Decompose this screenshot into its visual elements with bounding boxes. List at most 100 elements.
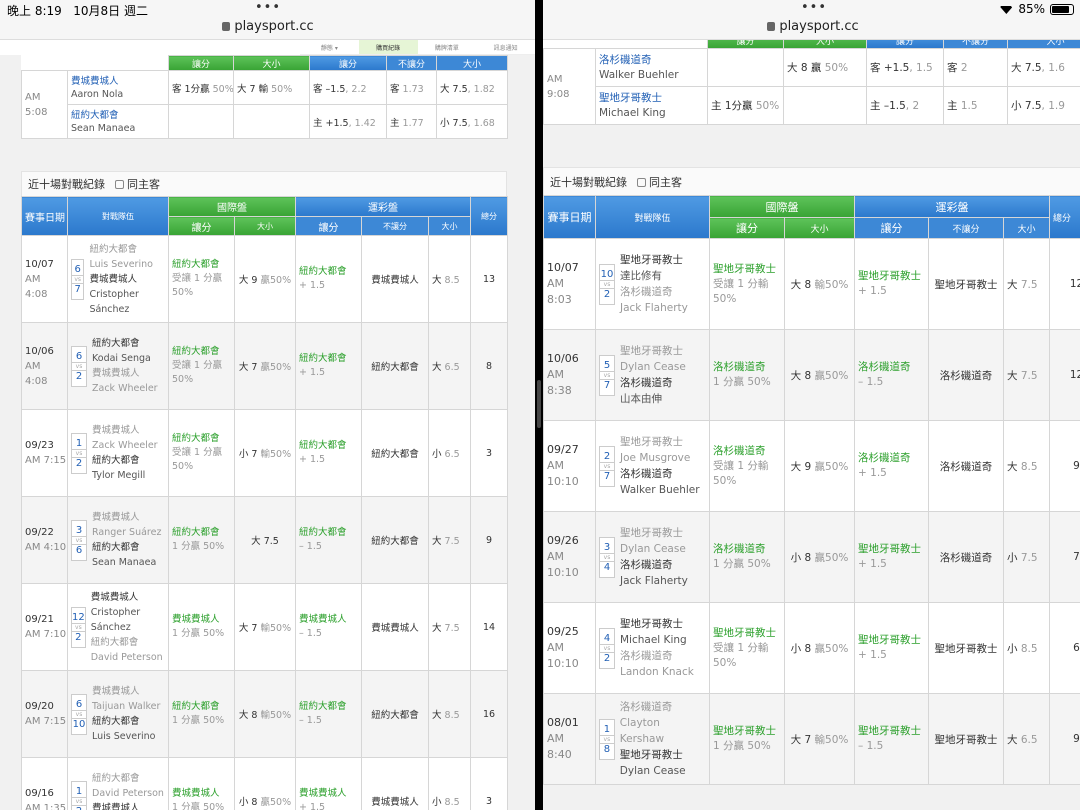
intl-spread-result: 費城費城人 1 分贏 50% xyxy=(168,583,235,671)
table-row[interactable]: 09/21 AM 7:10 12 vs 2 費城費城人 Cristopher Sánchez… xyxy=(21,583,509,671)
col-spread: 讓分 xyxy=(168,55,234,71)
away-team[interactable]: 洛杉磯道奇 Walker Buehler xyxy=(595,48,708,87)
intl-ou-result: 小 8 贏50% xyxy=(784,511,855,603)
total-score: 16 xyxy=(470,670,509,758)
matchup[interactable]: 3 vs 6 費城費城人 Ranger Suárez 紐約大都會 Sean Manaea xyxy=(67,496,169,584)
team-1: 聖地牙哥教士 達比修有 xyxy=(620,254,683,282)
game-date: 09/20 AM 7:15 xyxy=(21,670,68,758)
col-total: 總分 xyxy=(470,196,509,236)
away-lottery-spread[interactable]: 客 +1.5, 1.5 xyxy=(866,48,944,87)
table-row[interactable]: 09/16AM 1:351vs2紐約大都會David Peterson費城費城人… xyxy=(21,757,509,810)
table-row[interactable]: 08/01 AM 8:40 1 vs 8 洛杉磯道奇 Clayton Kershaw 聖地牙哥教… xyxy=(543,693,1080,785)
intl-spread-result: 聖地牙哥教士 受讓 1 分輸 50% xyxy=(709,602,785,694)
col-teams: 對戰隊伍 xyxy=(67,196,169,236)
col-ou: 大小 xyxy=(783,40,867,49)
table-row[interactable]: 09/20 AM 7:15 6 vs 10 費城費城人 Taijuan Walker 紐約大都… xyxy=(21,670,509,758)
split-handle[interactable] xyxy=(537,380,541,428)
matchup[interactable]: 10 vs 2 聖地牙哥教士 達比修有 洛杉磯道奇 Jack Flaherty xyxy=(595,238,710,330)
game-date: 09/22 AM 4:10 xyxy=(21,496,68,584)
away-lottery-spread[interactable]: 客 –1.5, 2.2 xyxy=(309,70,387,105)
col-lottery: 運彩盤 xyxy=(294,196,472,217)
intl-spread-result: 洛杉磯道奇 1 分贏 50% xyxy=(709,329,785,421)
lottery-ou-result: 大 7.5 xyxy=(427,583,472,671)
address-bar[interactable]: playsport.cc xyxy=(168,19,368,34)
matchup[interactable]: 1vs2 紐約大都會David Peterson 費城費城人Cristopher xyxy=(67,757,169,810)
table-row[interactable]: 09/25 AM 10:10 4 vs 2 聖地牙哥教士 Michael King 洛杉磯道奇 L… xyxy=(543,602,1080,694)
col-total: 總分 xyxy=(1049,195,1080,239)
total-score: 9 xyxy=(1049,420,1080,512)
intl-ou-result: 小 8 贏50% xyxy=(234,757,296,810)
intl-ou-result: 大 8 輸50% xyxy=(234,670,296,758)
address-bar[interactable]: playsport.cc xyxy=(713,19,913,34)
col-lottery-ou: 大小 xyxy=(1002,217,1051,239)
table-row[interactable]: 10/07 AM 4:08 6 vs 7 紐約大都會 Luis Severino 費城費城人 Cr… xyxy=(21,235,509,323)
table-row[interactable]: 10/07 AM 8:03 10 vs 2 聖地牙哥教士 達比修有 洛杉磯道奇 Jack Flah… xyxy=(543,238,1080,330)
home-lottery-ou[interactable]: 小 7.5, 1.9 xyxy=(1007,86,1080,125)
away-lottery-ou[interactable]: 大 7.5, 1.6 xyxy=(1007,48,1080,87)
total-score: 9 xyxy=(470,496,509,584)
table-row[interactable]: 09/22 AM 4:10 3 vs 6 費城費城人 Ranger Suárez 紐約大都會 S… xyxy=(21,496,509,584)
tab-purchase-list[interactable]: 購牌清單 xyxy=(418,40,477,54)
lottery-spread-result: 費城費城人 – 1.5 xyxy=(295,583,362,671)
away-ou[interactable]: 大 8 贏 50% xyxy=(783,48,867,87)
matchup[interactable]: 6 vs 2 紐約大都會 Kodai Senga 費城費城人 Zack Wheeler xyxy=(67,322,169,410)
lottery-nospread-result: 洛杉磯道奇 xyxy=(928,420,1004,512)
matchup[interactable]: 2 vs 7 聖地牙哥教士 Joe Musgrove 洛杉磯道奇 Walker Buehle… xyxy=(595,420,710,512)
lottery-nospread-result: 紐約大都會 xyxy=(361,322,429,410)
away-lottery-ou[interactable]: 大 7.5, 1.82 xyxy=(436,70,508,105)
away-ou[interactable]: 大 7 輸 50% xyxy=(233,70,310,105)
home-nospread[interactable]: 主 1.77 xyxy=(386,104,437,139)
table-row[interactable]: 09/23 AM 7:15 1 vs 2 費城費城人 Zack Wheeler 紐約大都會 Ty… xyxy=(21,409,509,497)
away-nospread[interactable]: 客 2 xyxy=(943,48,1008,87)
table-row[interactable]: 10/06 AM 4:08 6 vs 2 紐約大都會 Kodai Senga 費城費城人 Zack… xyxy=(21,322,509,410)
matchup[interactable]: 4 vs 2 聖地牙哥教士 Michael King 洛杉磯道奇 Landon Knack xyxy=(595,602,710,694)
table-row[interactable]: 09/26 AM 10:10 3 vs 4 聖地牙哥教士 Dylan Cease 洛杉磯道奇 Ja… xyxy=(543,511,1080,603)
same-home-away-checkbox[interactable]: 同主客 xyxy=(637,174,682,190)
tab-notifications[interactable]: 訊息通知 xyxy=(476,40,535,54)
matchup[interactable]: 12 vs 2 費城費城人 Cristopher Sánchez 紐約大都會 David P… xyxy=(67,583,169,671)
home-spread[interactable]: 主 1分贏 50% xyxy=(707,86,784,125)
team-1: 洛杉磯道奇 Clayton Kershaw xyxy=(619,701,673,745)
team-1: 費城費城人 Taijuan Walker xyxy=(92,686,161,712)
matchup[interactable]: 5 vs 7 聖地牙哥教士 Dylan Cease 洛杉磯道奇 山本由伸 xyxy=(595,329,710,421)
matchup[interactable]: 6 vs 10 費城費城人 Taijuan Walker 紐約大都會 Luis Severi… xyxy=(67,670,169,758)
away-nospread[interactable]: 客 1.73 xyxy=(386,70,437,105)
home-lottery-spread[interactable]: 主 –1.5, 2 xyxy=(866,86,944,125)
away-spread[interactable]: 客 1分贏 50% xyxy=(168,70,234,105)
table-row[interactable]: 09/27 AM 10:10 2 vs 7 聖地牙哥教士 Joe Musgrove 洛杉磯道奇 W… xyxy=(543,420,1080,512)
home-lottery-spread[interactable]: 主 +1.5, 1.42 xyxy=(309,104,387,139)
multitask-dots-icon[interactable]: ••• xyxy=(238,0,298,15)
total-score: 6 xyxy=(1049,602,1080,694)
left-browser-pane: 晚上 8:19 10月8日 週二 ••• playsport.cc 靜態 ▾ 購… xyxy=(0,0,535,810)
left-history-table: 賽事日期 對戰隊伍 國際盤 運彩盤 總分 讓分 大小 讓分 不讓分 大小 10/… xyxy=(21,196,509,810)
matchup[interactable]: 1 vs 2 費城費城人 Zack Wheeler 紐約大都會 Tylor Megill xyxy=(67,409,169,497)
team-1: 費城費城人 Ranger Suárez xyxy=(92,512,162,538)
col-date: 賽事日期 xyxy=(21,196,68,236)
same-home-away-checkbox[interactable]: 同主客 xyxy=(115,176,160,192)
home-nospread[interactable]: 主 1.5 xyxy=(943,86,1008,125)
matchup[interactable]: 3 vs 4 聖地牙哥教士 Dylan Cease 洛杉磯道奇 Jack Flaherty xyxy=(595,511,710,603)
multitask-dots-icon[interactable]: ••• xyxy=(784,0,844,15)
game-time: AM 9:08 xyxy=(543,48,596,125)
table-row[interactable]: 10/06 AM 8:38 5 vs 7 聖地牙哥教士 Dylan Cease 洛杉磯道奇 山本由… xyxy=(543,329,1080,421)
lottery-spread-result: 聖地牙哥教士 + 1.5 xyxy=(854,602,929,694)
home-lottery-ou[interactable]: 小 7.5, 1.68 xyxy=(436,104,508,139)
col-intl: 國際盤 xyxy=(709,195,855,218)
col-intl-spread: 讓分 xyxy=(168,216,235,236)
matchup[interactable]: 6 vs 7 紐約大都會 Luis Severino 費城費城人 Cristopher Sá… xyxy=(67,235,169,323)
home-team[interactable]: 聖地牙哥教士 Michael King xyxy=(595,86,708,125)
score-box: 6 vs 2 xyxy=(71,345,87,387)
col-lottery-ou: 大小 xyxy=(427,216,472,236)
matchup[interactable]: 1 vs 8 洛杉磯道奇 Clayton Kershaw 聖地牙哥教士 Dylan Ceas… xyxy=(595,693,710,785)
lottery-nospread-result: 聖地牙哥教士 xyxy=(928,693,1004,785)
home-team[interactable]: 紐約大都會 Sean Manaea xyxy=(67,104,169,139)
tab-purchase-record[interactable]: 購買紀錄 xyxy=(358,40,418,54)
right-current-game-table: 讓分 大小 讓分 不讓分 大小 AM 9:08 洛杉磯道奇 Walker Buehl… xyxy=(543,40,1080,125)
game-date: 09/27 AM 10:10 xyxy=(543,420,596,512)
intl-spread-result: 聖地牙哥教士 受讓 1 分輸 50% xyxy=(709,238,785,330)
tab-static[interactable]: 靜態 ▾ xyxy=(300,40,359,54)
away-team[interactable]: 費城費城人 Aaron Nola xyxy=(67,70,169,105)
home-ou xyxy=(783,86,867,125)
team-1: 聖地牙哥教士 Joe Musgrove xyxy=(620,436,691,464)
intl-spread-result: 洛杉磯道奇 受讓 1 分輸 50% xyxy=(709,420,785,512)
